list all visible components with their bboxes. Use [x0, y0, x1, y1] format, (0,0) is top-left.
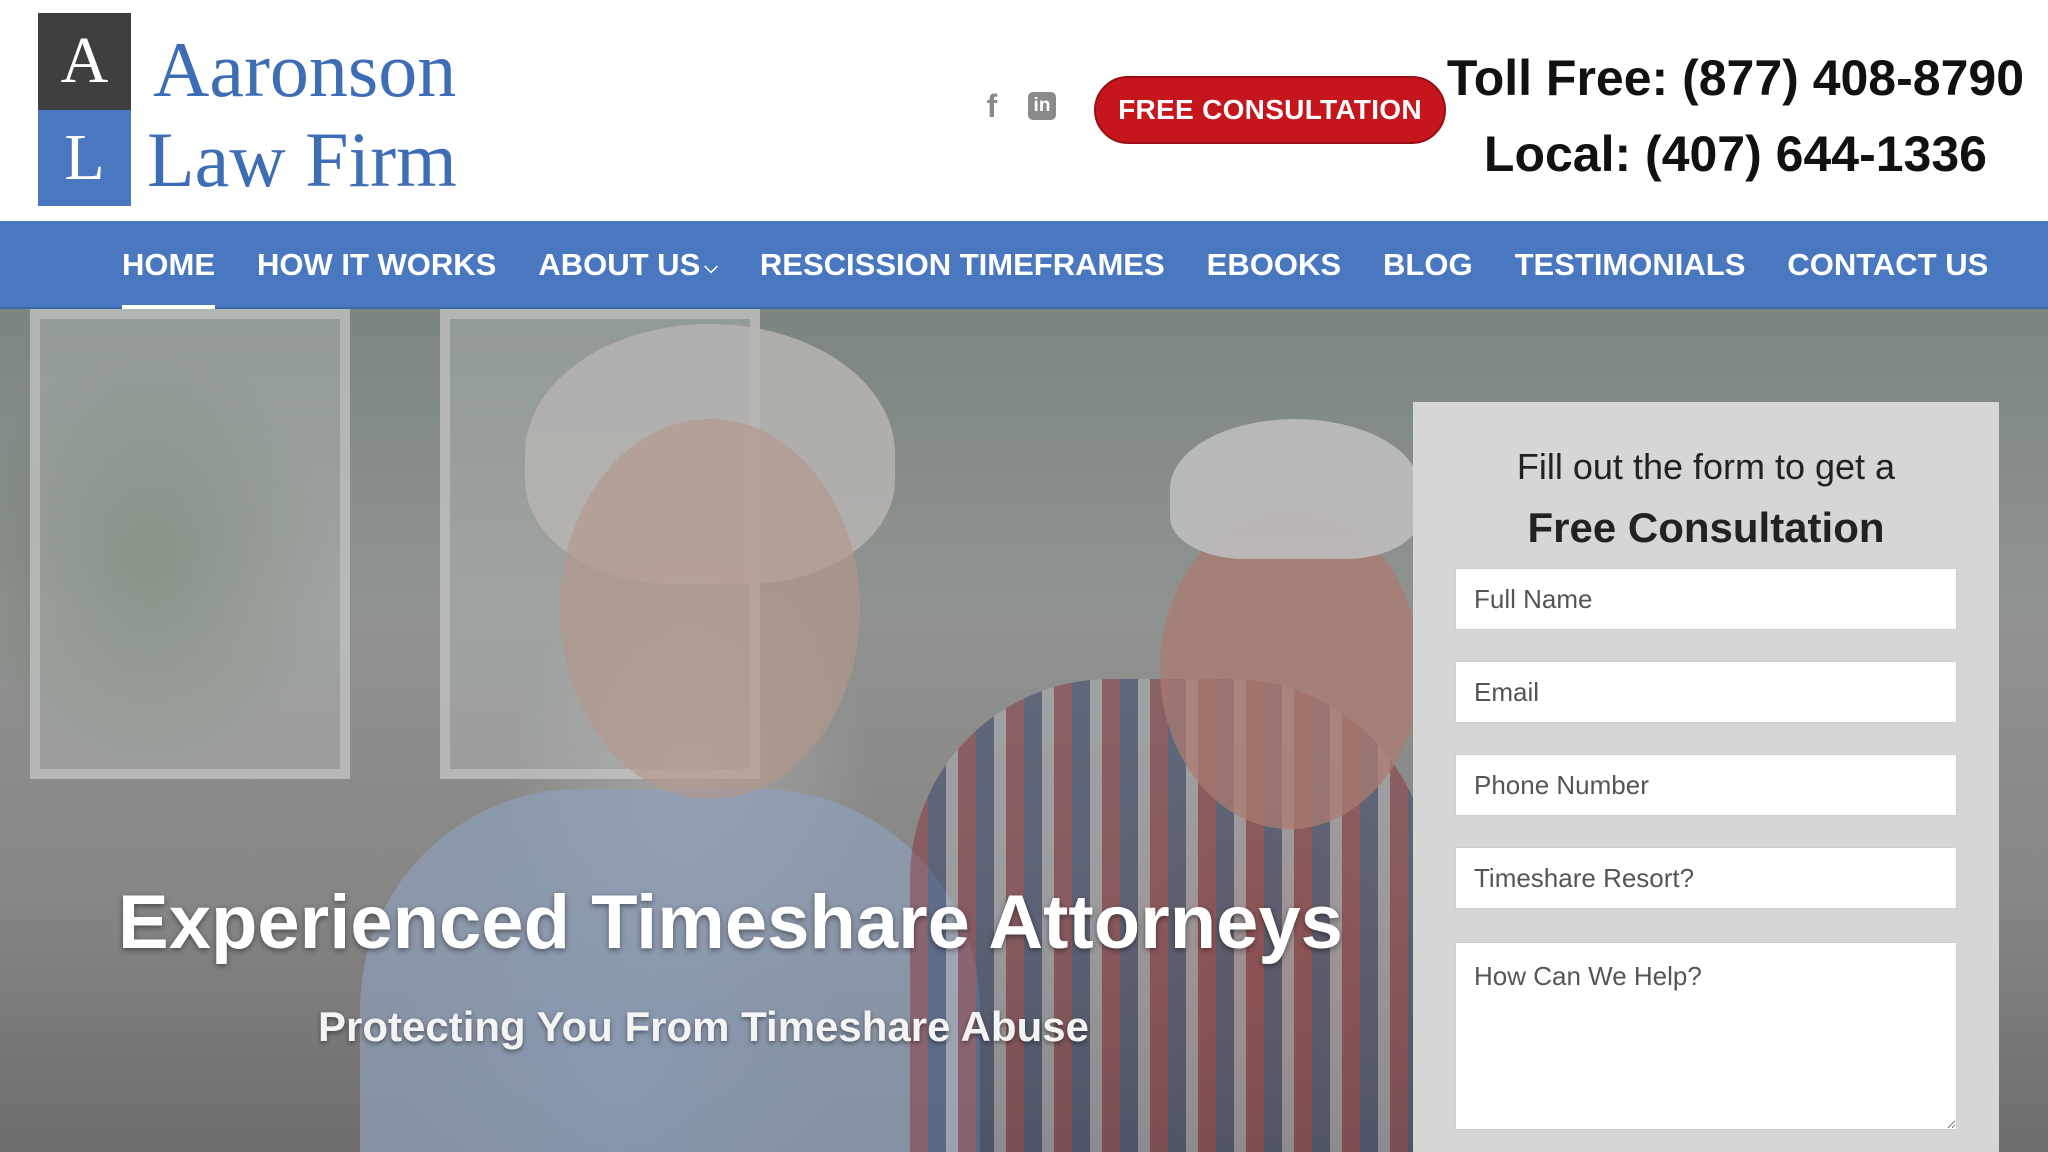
social-links: f in [980, 90, 1056, 122]
consultation-form: Fill out the form to get a Free Consulta… [1413, 402, 1999, 1152]
logo-mark: A L [38, 13, 131, 206]
site-header: A L Aaronson Law Firm f in FREE CONSULTA… [0, 0, 2048, 221]
email-field[interactable] [1455, 661, 1957, 723]
nav-item-about-us[interactable]: ABOUT US ⌵ [538, 221, 718, 309]
logo-name-line1: Aaronson [153, 26, 457, 113]
linkedin-icon[interactable]: in [1028, 92, 1056, 120]
logo-initial-a: A [38, 13, 131, 110]
chevron-down-icon: ⌵ [704, 256, 718, 277]
logo-wordmark: Aaronson Law Firm [147, 25, 457, 206]
nav-item-testimonials[interactable]: TESTIMONIALS [1515, 221, 1746, 309]
phone-number-field[interactable] [1455, 754, 1957, 816]
logo-name-line2: Law Firm [147, 116, 457, 203]
nav-item-blog[interactable]: BLOG [1383, 221, 1473, 309]
nav-item-ebooks[interactable]: EBOOKS [1207, 221, 1341, 309]
free-consultation-button[interactable]: FREE CONSULTATION [1094, 76, 1446, 144]
local-phone[interactable]: Local: (407) 644-1336 [1447, 116, 2024, 192]
nav-item-home[interactable]: HOME [122, 221, 215, 309]
hero-subtitle: Protecting You From Timeshare Abuse [318, 1003, 1089, 1050]
nav-item-contact-us[interactable]: CONTACT US [1787, 221, 1988, 309]
nav-item-how-it-works[interactable]: HOW IT WORKS [257, 221, 496, 309]
nav-item-about-us-label: ABOUT US [538, 247, 701, 282]
nav-item-rescission-timeframes[interactable]: RESCISSION TIMEFRAMES [760, 221, 1165, 309]
form-lead-text: Fill out the form to get a [1516, 446, 1896, 487]
toll-free-phone[interactable]: Toll Free: (877) 408-8790 [1447, 40, 2024, 116]
main-nav: HOME HOW IT WORKS ABOUT US ⌵ RESCISSION T… [0, 221, 2048, 309]
timeshare-resort-field[interactable] [1455, 847, 1957, 909]
how-can-we-help-field[interactable] [1455, 942, 1957, 1130]
facebook-icon[interactable]: f [980, 90, 1004, 122]
form-heading: Free Consultation [1527, 504, 1885, 551]
logo[interactable]: A L Aaronson Law Firm [38, 13, 457, 206]
hero-title: Experienced Timeshare Attorneys [118, 880, 1343, 965]
logo-initial-l: L [38, 109, 131, 206]
full-name-field[interactable] [1455, 568, 1957, 630]
phone-numbers: Toll Free: (877) 408-8790 Local: (407) 6… [1447, 40, 2024, 192]
